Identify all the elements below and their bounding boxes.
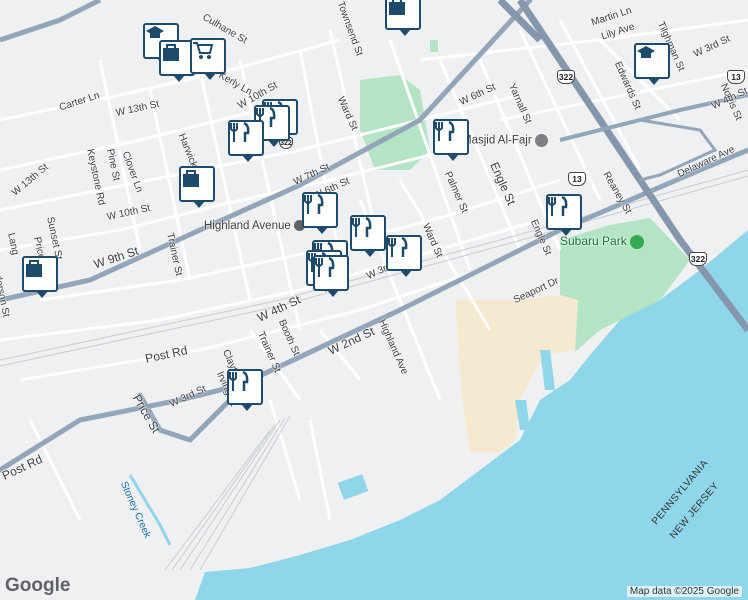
- map-marker-restaurant[interactable]: [302, 192, 338, 234]
- poi-highland-avenue-station[interactable]: Highland Avenue: [204, 220, 305, 232]
- route-shield: 13: [568, 172, 586, 186]
- map-marker-shopping[interactable]: [179, 166, 215, 208]
- google-logo[interactable]: Google: [5, 575, 70, 597]
- route-shield: 322: [689, 252, 707, 266]
- map-attribution[interactable]: Map data ©2025 Google: [626, 586, 742, 597]
- map-marker-restaurant[interactable]: [546, 194, 582, 236]
- northwest-highway: [0, 0, 102, 43]
- map-marker-restaurant[interactable]: [227, 369, 263, 411]
- map-marker-restaurant[interactable]: [350, 215, 386, 257]
- marina-slip: [540, 350, 555, 390]
- poi-masjid[interactable]: Masjid Al-Fajr: [462, 134, 548, 147]
- mosque-icon: [534, 134, 548, 147]
- map-marker-restaurant[interactable]: [228, 120, 264, 162]
- map-canvas[interactable]: Carter Ln W 13th St W 13th St Clover Ln …: [0, 0, 748, 600]
- route-shield: 13: [727, 70, 745, 84]
- pond: [337, 474, 369, 500]
- map-marker-shopping[interactable]: [385, 0, 421, 36]
- stadium-icon: [630, 234, 645, 249]
- map-marker-grocery[interactable]: [190, 38, 226, 80]
- map-marker-restaurant[interactable]: [433, 119, 469, 161]
- map-marker-restaurant[interactable]: [386, 235, 422, 277]
- map-marker-school[interactable]: [634, 43, 670, 85]
- small-park: [430, 40, 438, 52]
- route-shield: 322: [557, 70, 575, 84]
- poi-subaru-park[interactable]: Subaru Park: [560, 234, 645, 249]
- map-marker-restaurant[interactable]: [313, 255, 349, 297]
- map-marker-shopping[interactable]: [22, 256, 58, 298]
